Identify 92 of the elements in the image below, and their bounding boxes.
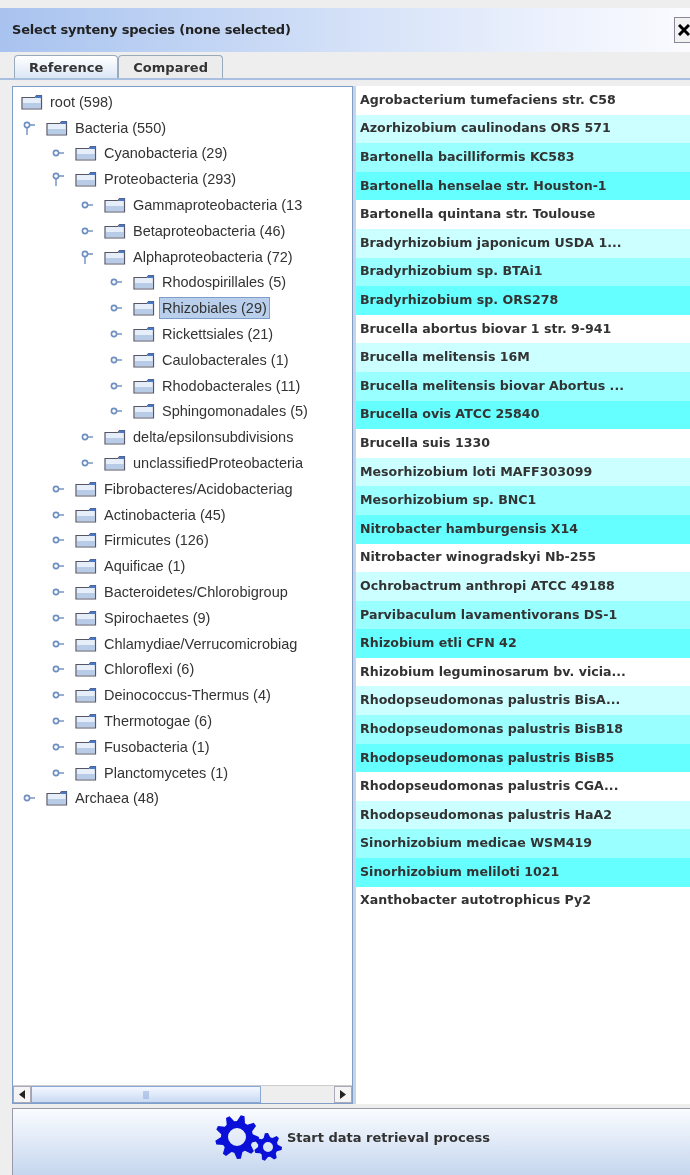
tree-node[interactable]: Betaproteobacteria (46): [130, 219, 289, 242]
folder-icon: [75, 635, 97, 652]
tree-node[interactable]: Chloroflexi (6): [101, 658, 198, 681]
species-row[interactable]: Rhodopseudomonas palustris BisB5: [356, 743, 690, 773]
folder-icon: [75, 713, 97, 729]
tree-node[interactable]: Spirochaetes (9): [101, 606, 214, 629]
folder-icon: [75, 661, 97, 678]
folder-icon: [133, 300, 155, 317]
tree-node[interactable]: unclassifiedProteobacteria: [130, 452, 307, 475]
tab[interactable]: Compared: [118, 55, 223, 78]
scrollbar-thumb[interactable]: [31, 1086, 261, 1103]
right-arrow-icon: [340, 1090, 346, 1099]
species-row[interactable]: Ochrobactrum anthropi ATCC 49188: [356, 572, 690, 601]
folder-icon: [104, 222, 126, 239]
folder-icon: [75, 145, 97, 162]
species-row[interactable]: Mesorhizobium loti MAFF303099: [356, 457, 690, 487]
species-row[interactable]: Bartonella henselae str. Houston-1: [356, 171, 690, 201]
collapse-handle[interactable]: [23, 120, 35, 135]
tree-node[interactable]: Alphaproteobacteria (72): [130, 245, 296, 268]
folder-icon: [75, 171, 97, 188]
tree-node[interactable]: Rhodospirillales (5): [159, 271, 290, 294]
species-row[interactable]: Parvibaculum lavamentivorans DS-1: [356, 600, 690, 630]
folder-icon: [104, 197, 126, 214]
folder-icon: [75, 738, 97, 755]
tree-node[interactable]: Rhizobiales (29): [159, 297, 270, 320]
folder-icon: [104, 248, 126, 265]
folder-icon: [133, 326, 155, 343]
species-row[interactable]: Mesorhizobium sp. BNC1: [356, 486, 690, 515]
tree-node[interactable]: Sphingomonadales (5): [159, 400, 311, 423]
tree-node[interactable]: Chlamydiae/Verrucomicrobiag: [101, 632, 301, 655]
tree-node[interactable]: Actinobacteria (45): [101, 503, 229, 526]
species-row[interactable]: Azorhizobium caulinodans ORS 571: [356, 114, 690, 144]
folder-icon: [46, 790, 68, 807]
folder-icon: [75, 609, 97, 626]
folder-icon: [104, 429, 126, 446]
folder-icon: [75, 532, 97, 549]
tree-node[interactable]: Rickettsiales (21): [159, 323, 277, 346]
species-row[interactable]: Sinorhizobium meliloti 1021: [356, 858, 690, 887]
close-button[interactable]: [674, 17, 690, 43]
tree-node[interactable]: delta/epsilonsubdivisions: [130, 426, 297, 449]
left-arrow-icon: [19, 1090, 25, 1099]
species-row[interactable]: Rhodopseudomonas palustris BisA...: [356, 686, 690, 716]
tree-node[interactable]: Firmicutes (126): [101, 529, 212, 552]
scroll-left-button[interactable]: [13, 1086, 31, 1103]
species-row[interactable]: Rhodopseudomonas palustris BisB18: [356, 715, 690, 744]
folder-icon: [75, 764, 97, 781]
tree-node[interactable]: Deinococcus-Thermus (4): [101, 684, 274, 707]
tree-node[interactable]: Gammaproteobacteria (13: [130, 194, 306, 217]
species-row[interactable]: Brucella melitensis 16M: [356, 343, 690, 372]
tree-node[interactable]: Planctomycetes (1): [101, 761, 232, 784]
window-title: Select synteny species (none selected): [12, 21, 291, 40]
species-row[interactable]: Bradyrhizobium sp. BTAi1: [356, 257, 690, 287]
folder-icon: [75, 687, 97, 704]
close-icon: [677, 24, 690, 36]
scroll-right-button[interactable]: [334, 1086, 352, 1103]
tree-node[interactable]: Aquificae (1): [101, 555, 189, 578]
species-row[interactable]: Sinorhizobium medicae WSM419: [356, 829, 690, 859]
collapse-handle[interactable]: [81, 249, 93, 264]
tree-node[interactable]: Cyanobacteria (29): [101, 142, 231, 165]
folder-icon: [75, 480, 97, 497]
collapse-handle[interactable]: [52, 172, 64, 187]
tree-node[interactable]: Archaea (48): [72, 787, 162, 810]
tree-node[interactable]: Rhodobacterales (11): [159, 374, 304, 397]
tree-node[interactable]: Thermotogae (6): [101, 710, 215, 732]
folder-icon: [75, 506, 97, 523]
species-row[interactable]: Bradyrhizobium sp. ORS278: [356, 286, 690, 315]
folder-icon: [75, 558, 97, 575]
folder-icon: [133, 403, 155, 420]
tree-node[interactable]: Bacteria (550): [72, 116, 170, 139]
folder-icon: [133, 377, 155, 394]
folder-icon: [21, 93, 43, 110]
tree-node[interactable]: Fibrobacteres/Acidobacteriag: [101, 477, 296, 500]
folder-icon: [75, 584, 97, 601]
species-row[interactable]: Bartonella bacilliformis KC583: [356, 143, 690, 172]
folder-icon: [46, 119, 68, 136]
species-row[interactable]: Rhizobium etli CFN 42: [356, 629, 690, 658]
tree-node[interactable]: Caulobacterales (1): [159, 348, 292, 371]
start-button[interactable]: Start data retrieval process: [12, 1108, 690, 1175]
species-row[interactable]: Brucella ovis ATCC 25840: [356, 400, 690, 430]
tree-node[interactable]: Fusobacteria (1): [101, 735, 213, 758]
species-row[interactable]: Nitrobacter hamburgensis X14: [356, 514, 690, 544]
folder-icon: [133, 274, 155, 291]
species-row[interactable]: Bradyrhizobium japonicum USDA 1...: [356, 228, 690, 258]
folder-icon: [104, 455, 126, 472]
species-row[interactable]: Rhodopseudomonas palustris HaA2: [356, 800, 690, 830]
grip-icon: [143, 1090, 149, 1099]
tree-node[interactable]: Bacteroidetes/Chlorobigroup: [101, 581, 291, 604]
tree-node[interactable]: Proteobacteria (293): [101, 168, 240, 191]
tree-node[interactable]: root (598): [47, 90, 116, 113]
tab[interactable]: Reference: [14, 55, 119, 78]
folder-icon: [133, 351, 155, 368]
species-row[interactable]: Brucella melitensis biovar Abortus ...: [356, 371, 690, 401]
